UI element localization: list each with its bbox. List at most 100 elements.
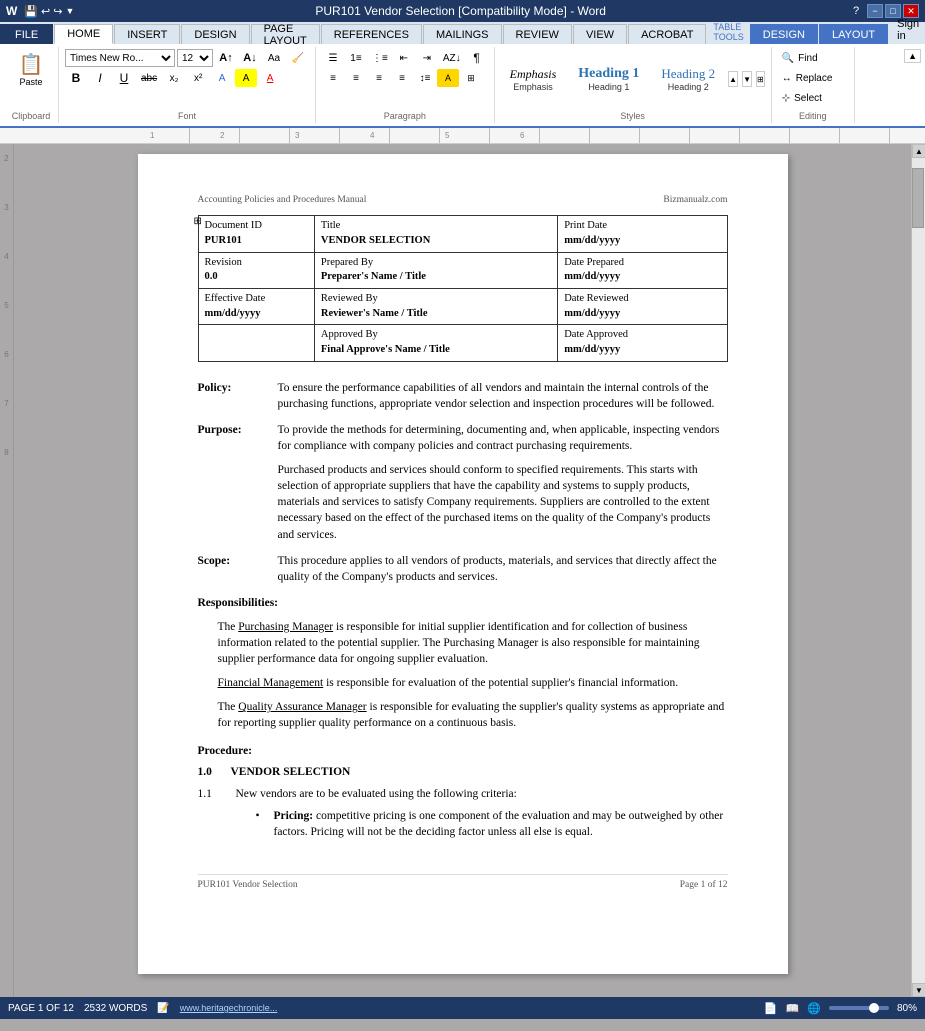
heading2-label: Heading 2 — [668, 82, 709, 92]
status-link[interactable]: www.heritagechronicle... — [180, 1003, 278, 1013]
title-bar: W 💾 ↩ ↪ ▼ PUR101 Vendor Selection [Compa… — [0, 0, 925, 22]
purchasing-manager-link: Purchasing Manager — [238, 621, 333, 633]
style-heading2[interactable]: Heading 2 Heading 2 — [652, 63, 724, 95]
select-btn[interactable]: ⊹ Select — [778, 89, 848, 107]
mailings-tab[interactable]: MAILINGS — [423, 24, 502, 44]
design-tab[interactable]: DESIGN — [181, 24, 249, 44]
align-left-btn[interactable]: ≡ — [322, 69, 344, 87]
font-color-btn[interactable]: A — [259, 69, 281, 87]
view-read-btn[interactable]: 📖 — [786, 1002, 800, 1015]
clipboard-label: Clipboard — [10, 109, 52, 121]
file-tab[interactable]: FILE — [0, 24, 53, 44]
print-date-label: Print Date — [564, 219, 720, 234]
italic-btn[interactable]: I — [89, 69, 111, 87]
page-layout-tab[interactable]: PAGE LAYOUT — [251, 24, 320, 44]
qat-dropdown[interactable]: ▼ — [65, 6, 74, 16]
scroll-up-btn[interactable]: ▲ — [912, 144, 925, 158]
date-prepared-value: mm/dd/yyyy — [564, 270, 720, 285]
borders-btn[interactable]: ⊞ — [460, 69, 482, 87]
line-spacing-btn[interactable]: ↕≡ — [414, 69, 436, 87]
subsection-1-1: 1.1 New vendors are to be evaluated usin… — [198, 786, 728, 844]
sub-content: New vendors are to be evaluated using th… — [236, 786, 728, 844]
highlight-btn[interactable]: A — [235, 69, 257, 87]
justify-btn[interactable]: ≡ — [391, 69, 413, 87]
styles-scroll-up[interactable]: ▲ — [728, 71, 738, 87]
view-print-btn[interactable]: 📄 — [764, 1002, 778, 1015]
date-prepared-label: Date Prepared — [564, 256, 720, 271]
strikethrough-btn[interactable]: abc — [137, 69, 161, 87]
references-tab[interactable]: REFERENCES — [321, 24, 422, 44]
doc-area: 2 3 4 5 6 7 8 Accounting Policies and Pr… — [0, 144, 925, 997]
table-design-tab[interactable]: DESIGN — [750, 24, 818, 44]
view-tab[interactable]: VIEW — [573, 24, 627, 44]
zoom-thumb[interactable] — [869, 1003, 879, 1013]
align-right-btn[interactable]: ≡ — [368, 69, 390, 87]
shrink-font-btn[interactable]: A↓ — [239, 49, 261, 67]
multilevel-btn[interactable]: ⋮≡ — [368, 49, 392, 67]
clear-format-btn[interactable]: 🧹 — [287, 49, 309, 67]
zoom-slider[interactable] — [829, 1006, 889, 1010]
empty-cell — [198, 325, 314, 361]
minimize-btn[interactable]: − — [867, 4, 883, 18]
collapse-ribbon-btn[interactable]: ▲ — [904, 49, 921, 63]
replace-btn[interactable]: ↔ Replace — [778, 69, 848, 87]
undo-btn[interactable]: ↩ — [41, 5, 50, 18]
review-tab[interactable]: REVIEW — [503, 24, 572, 44]
shading-btn[interactable]: A — [437, 69, 459, 87]
revision-value: 0.0 — [205, 270, 308, 285]
scope-section: Scope: This procedure applies to all ven… — [198, 553, 728, 585]
help-btn[interactable]: ? — [847, 2, 865, 20]
policy-text: To ensure the performance capabilities o… — [278, 380, 728, 412]
revision-cell: Revision 0.0 — [198, 252, 314, 288]
bold-btn[interactable]: B — [65, 69, 87, 87]
numbering-btn[interactable]: 1≡ — [345, 49, 367, 67]
emphasis-label: Emphasis — [513, 82, 553, 92]
font-size-select[interactable]: 12 — [177, 49, 213, 67]
clipboard-group: 📋 Paste Clipboard — [4, 47, 59, 123]
reviewed-by-value: Reviewer's Name / Title — [321, 307, 551, 322]
increase-indent-btn[interactable]: ⇥ — [416, 49, 438, 67]
right-scrollbar[interactable]: ▲ ▼ — [911, 144, 925, 997]
sign-in[interactable]: Sign in — [889, 16, 925, 44]
underline-btn[interactable]: U — [113, 69, 135, 87]
margin-num-2: 2 — [4, 154, 8, 163]
decrease-indent-btn[interactable]: ⇤ — [393, 49, 415, 67]
insert-tab[interactable]: INSERT — [114, 24, 180, 44]
style-heading1[interactable]: Heading 1 Heading 1 — [569, 63, 648, 95]
font-name-select[interactable]: Times New Ro... — [65, 49, 175, 67]
show-marks-btn[interactable]: ¶ — [466, 49, 488, 67]
case-btn[interactable]: Aa — [263, 49, 285, 67]
superscript-btn[interactable]: x² — [187, 69, 209, 87]
title-label: Title — [321, 219, 551, 234]
bullets-btn[interactable]: ☰ — [322, 49, 344, 67]
style-emphasis[interactable]: Emphasis Emphasis — [501, 64, 566, 95]
scroll-thumb[interactable] — [912, 168, 924, 228]
grow-font-btn[interactable]: A↑ — [215, 49, 237, 67]
acrobat-tab[interactable]: ACROBAT — [628, 24, 706, 44]
resp-item-1: The Purchasing Manager is responsible fo… — [218, 619, 728, 667]
scope-label: Scope: — [198, 553, 268, 585]
margin-num-3: 3 — [4, 203, 8, 212]
save-btn[interactable]: 💾 — [24, 5, 38, 18]
styles-expand[interactable]: ⊞ — [756, 71, 765, 87]
view-web-btn[interactable]: 🌐 — [807, 1002, 821, 1015]
align-center-btn[interactable]: ≡ — [345, 69, 367, 87]
scroll-track[interactable] — [912, 158, 925, 983]
qa-manager-link: Quality Assurance Manager — [238, 701, 366, 713]
home-tab[interactable]: HOME — [54, 24, 113, 44]
find-btn[interactable]: 🔍 Find — [778, 49, 848, 67]
effective-date-value: mm/dd/yyyy — [205, 307, 308, 322]
sort-btn[interactable]: AZ↓ — [439, 49, 465, 67]
text-effects-btn[interactable]: A — [211, 69, 233, 87]
subscript-btn[interactable]: x₂ — [163, 69, 185, 87]
scroll-area[interactable]: Accounting Policies and Procedures Manua… — [14, 144, 911, 997]
redo-btn[interactable]: ↪ — [53, 5, 62, 18]
styles-group: Emphasis Emphasis Heading 1 Heading 1 He… — [495, 47, 772, 123]
replace-label: Replace — [796, 73, 833, 84]
table-add-icon[interactable]: ⊞ — [194, 215, 202, 229]
table-layout-tab[interactable]: LAYOUT — [819, 24, 888, 44]
paste-button[interactable]: 📋 Paste — [10, 49, 52, 101]
scroll-down-btn[interactable]: ▼ — [912, 983, 925, 997]
styles-scroll-down[interactable]: ▼ — [742, 71, 752, 87]
revision-label: Revision — [205, 256, 308, 271]
